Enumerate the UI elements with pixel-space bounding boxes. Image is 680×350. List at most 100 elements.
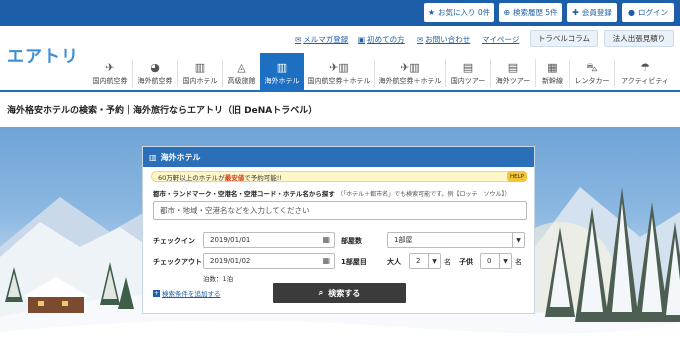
nav-underline (0, 90, 680, 92)
tab-label: 国内ツアー (450, 77, 486, 85)
destination-note: （「ホテル＋都市名」でも検索可能です。例【ロッテ ソウル】） (337, 191, 511, 198)
hotel-search-panel: ▥ 海外ホテル 60万軒以上のホテルが 最安値 で予約可能!! HELP 都市・… (142, 146, 535, 314)
search-icon: ⌕ (318, 288, 324, 297)
register-label: 会員登録 (581, 8, 612, 17)
first-time-link[interactable]: ▣ 初めての方 (358, 34, 405, 45)
panel-header: ▥ 海外ホテル (143, 147, 534, 167)
rooms-select[interactable]: 1部屋 ▼ (387, 232, 525, 248)
panel-title: 海外ホテル (160, 152, 201, 162)
contact-label: お問い合わせ (425, 35, 471, 44)
book-icon: ▣ (358, 35, 366, 44)
calendar-icon[interactable]: ▦ (322, 257, 330, 265)
tab-domestic-flight-hotel[interactable]: ✈▥ 国内航空券＋ホテル (304, 53, 374, 90)
tab-intl-flight-hotel[interactable]: ✈▥ 海外航空券＋ホテル (375, 53, 445, 90)
tab-label: 海外航空券＋ホテル (378, 77, 442, 85)
adults-select[interactable]: 2 ▼ (409, 253, 441, 269)
top-utility-bar: ★ お気に入り 0件 ⊕ 検索履歴 5件 ✚ 会員登録 ● ログイン (0, 0, 680, 26)
first-time-label: 初めての方 (367, 35, 405, 44)
tab-label: レンタカー (574, 77, 610, 85)
history-label: 検索履歴 5件 (513, 8, 558, 17)
tab-domestic-flights[interactable]: ✈ 国内航空券 (88, 53, 132, 90)
nights-count: 泊数：1泊 (203, 275, 234, 283)
children-unit: 名 (515, 258, 522, 266)
search-history-button[interactable]: ⊕ 検索履歴 5件 (499, 3, 562, 22)
chevron-down-icon: ▼ (499, 254, 511, 268)
plus-icon: + (153, 289, 160, 297)
children-select[interactable]: 0 ▼ (480, 253, 512, 269)
register-button[interactable]: ✚ 会員登録 (567, 3, 617, 22)
search-button[interactable]: ⌕ 検索する (273, 283, 406, 303)
checkout-label: チェックアウト (153, 258, 202, 266)
promo-banner: 60万軒以上のホテルが 最安値 で予約可能!! (151, 171, 527, 182)
umbrella-icon: ☂ (640, 61, 650, 74)
add-conditions-link[interactable]: + 検索条件を追加する (153, 288, 221, 298)
newsletter-link[interactable]: ✉ メルマガ登録 (295, 34, 348, 45)
suitcase-icon: ▤ (462, 61, 474, 74)
plane-building-icon: ✈▥ (329, 61, 349, 74)
checkin-label: チェックイン (153, 237, 195, 245)
login-label: ログイン (637, 8, 668, 17)
train-icon: ▦ (547, 61, 558, 74)
favorites-button[interactable]: ★ お気に入り 0件 (424, 3, 494, 22)
add-user-icon: ✚ (572, 7, 579, 17)
tab-luxury-ryokan[interactable]: ◬ 高級旅館 (223, 53, 260, 90)
checkout-date-field[interactable]: 2019/01/02 ▦ (203, 253, 335, 269)
envelope-icon: ✉ (417, 35, 424, 44)
service-nav: ✈ 国内航空券 ◕ 海外航空券 ▥ 国内ホテル ◬ 高級旅館 ▥ 海外ホテル ✈… (0, 53, 680, 90)
checkout-value: 2019/01/02 (210, 257, 251, 265)
promo-suffix: で予約可能!! (244, 173, 282, 182)
star-icon: ★ (427, 7, 435, 17)
rooms-label: 部屋数 (341, 237, 362, 245)
tab-shinkansen[interactable]: ▦ 新幹線 (536, 53, 569, 90)
children-value: 0 (487, 257, 492, 265)
tab-label: 新幹線 (542, 77, 563, 85)
destination-label: 都市・ランドマーク・空港名・空港コード・ホテル名から探す （「ホテル＋都市名」で… (153, 188, 511, 198)
favorites-label: お気に入り 0件 (438, 8, 491, 17)
children-label: 子供 (459, 258, 473, 266)
tab-intl-tours[interactable]: ▤ 海外ツアー (491, 53, 535, 90)
destination-input[interactable]: 都市・地域・空港名などを入力してください (153, 201, 527, 220)
calendar-icon[interactable]: ▦ (322, 236, 330, 244)
plane-building-icon: ✈▥ (400, 61, 420, 74)
mypage-link[interactable]: マイページ (482, 34, 519, 45)
adults-unit: 名 (444, 258, 451, 266)
tab-intl-hotels[interactable]: ▥ 海外ホテル (260, 53, 304, 90)
user-icon: ● (628, 7, 635, 17)
checkin-value: 2019/01/01 (210, 236, 251, 244)
destination-label-text: 都市・ランドマーク・空港名・空港コード・ホテル名から探す (153, 190, 335, 198)
mail-icon: ✉ (295, 35, 302, 44)
tab-rental-car[interactable]: ⛍ レンタカー (570, 53, 614, 90)
building-icon: ▥ (194, 61, 206, 74)
tab-label: 海外ホテル (264, 77, 300, 85)
tab-label: 国内航空券＋ホテル (307, 77, 371, 85)
tab-activities[interactable]: ☂ アクティビティ (615, 53, 675, 90)
search-button-label: 検索する (328, 288, 361, 298)
car-icon: ⛍ (586, 61, 598, 74)
travel-column-button[interactable]: トラベルコラム (530, 30, 598, 47)
corporate-quote-button[interactable]: 法人出張見積り (604, 30, 674, 47)
page-title: 海外格安ホテルの検索・予約｜海外旅行ならエアトリ（旧 DeNAトラベル） (7, 106, 318, 116)
chevron-down-icon: ▼ (512, 233, 524, 247)
airplane-icon: ✈ (105, 61, 115, 74)
help-badge[interactable]: HELP (507, 171, 527, 182)
ryokan-icon: ◬ (237, 61, 246, 74)
history-icon: ⊕ (503, 7, 511, 17)
tab-intl-flights[interactable]: ◕ 海外航空券 (133, 53, 177, 90)
add-conditions-label: 検索条件を追加する (162, 290, 221, 298)
tab-label: 国内航空券 (92, 77, 128, 85)
adults-label: 大人 (387, 258, 401, 266)
suitcase-icon: ▤ (507, 61, 519, 74)
tab-label: 高級旅館 (227, 77, 256, 85)
tab-domestic-hotels[interactable]: ▥ 国内ホテル (178, 53, 222, 90)
tab-domestic-tours[interactable]: ▤ 国内ツアー (446, 53, 490, 90)
promo-prefix: 60万軒以上のホテルが (158, 173, 225, 182)
globe-plane-icon: ◕ (150, 61, 160, 74)
newsletter-label: メルマガ登録 (303, 35, 349, 44)
rooms-value: 1部屋 (394, 236, 413, 244)
login-button[interactable]: ● ログイン (622, 3, 674, 22)
adults-value: 2 (416, 257, 421, 265)
checkin-date-field[interactable]: 2019/01/01 ▦ (203, 232, 335, 248)
contact-link[interactable]: ✉ お問い合わせ (417, 34, 470, 45)
building-icon: ▥ (276, 61, 288, 74)
tab-label: 国内ホテル (182, 77, 218, 85)
